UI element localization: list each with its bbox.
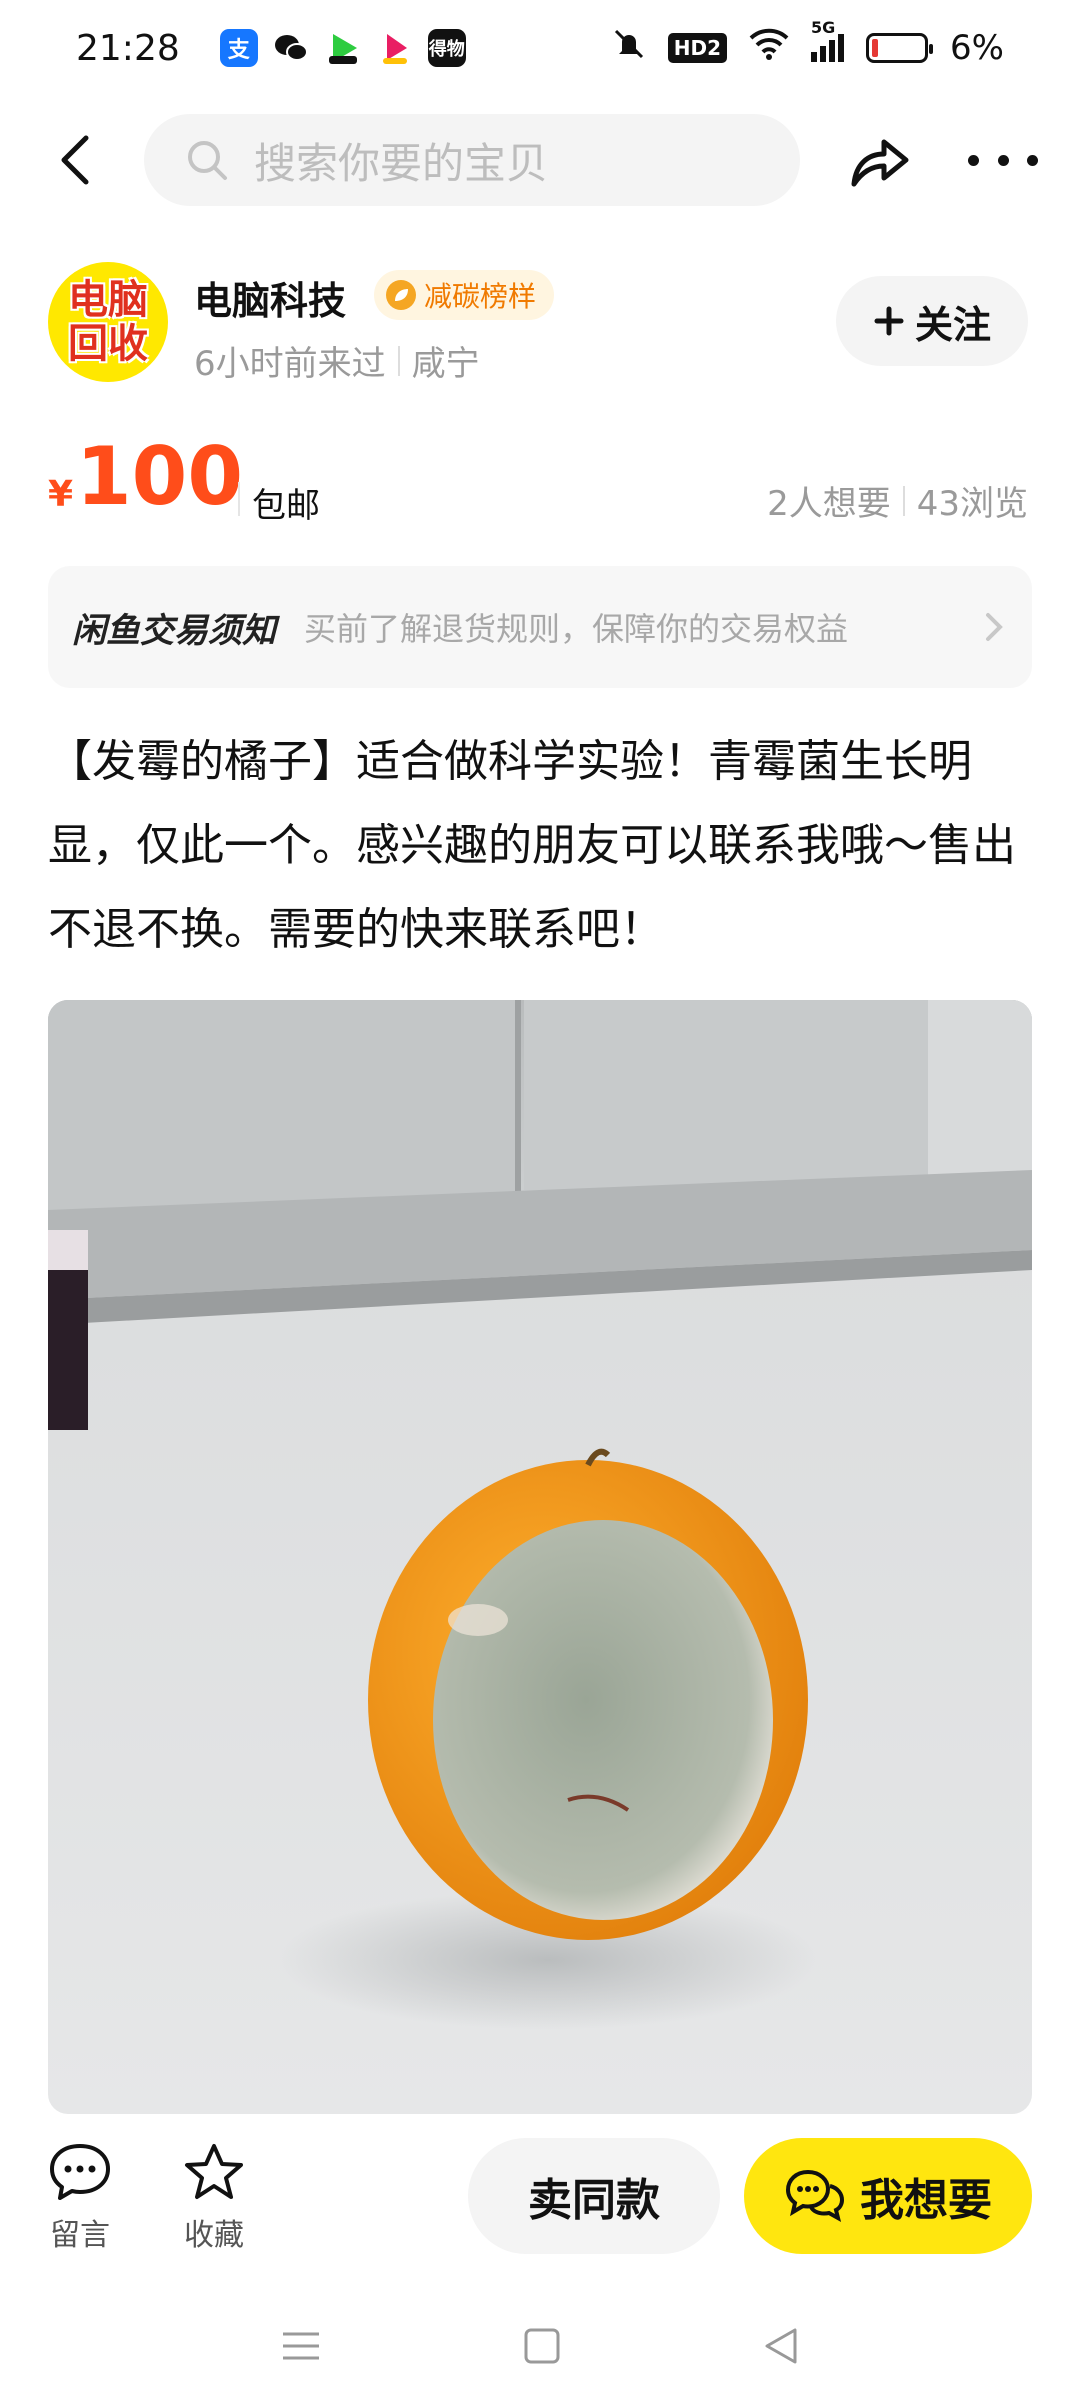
favorite-label: 收藏	[184, 2218, 244, 2253]
status-bar: 21:28 支 得物 HD2 5G 6%	[0, 0, 1080, 96]
menu-icon[interactable]	[279, 2326, 323, 2366]
seller-location: 咸宁	[411, 344, 480, 384]
moldy-orange-photo	[48, 1000, 1032, 2114]
wifi-icon	[749, 28, 789, 69]
search-placeholder: 搜索你要的宝贝	[254, 138, 549, 188]
star-icon	[185, 2144, 243, 2199]
mute-icon	[612, 27, 646, 70]
sell-same-label: 卖同款	[528, 2175, 660, 2226]
divider	[397, 345, 400, 376]
chevron-right-icon	[986, 613, 1003, 641]
seller-badge-label: 减碳榜样	[424, 280, 537, 313]
system-navigation-bar	[0, 2284, 1080, 2408]
search-input[interactable]: 搜索你要的宝贝	[144, 114, 800, 206]
wechat-icon	[271, 29, 310, 67]
shipping-label: 包邮	[252, 486, 320, 526]
sell-same-button[interactable]: 卖同款	[468, 2138, 720, 2254]
plus-icon	[874, 306, 904, 336]
home-icon[interactable]	[522, 2326, 562, 2366]
comment-icon	[50, 2144, 110, 2200]
views-count: 43浏览	[916, 484, 1028, 524]
battery-icon	[866, 33, 934, 63]
battery-percentage: 6%	[950, 28, 1004, 68]
product-photo[interactable]	[48, 1000, 1032, 2114]
follow-button[interactable]: 关注	[836, 276, 1028, 366]
follow-label: 关注	[914, 302, 991, 347]
alipay-icon: 支	[219, 29, 258, 67]
price-amount: 100	[76, 430, 243, 523]
trade-notice-bar[interactable]: 闲鱼交易须知 买前了解退货规则，保障你的交易权益	[48, 566, 1032, 688]
back-button[interactable]	[48, 130, 108, 190]
status-time: 21:28	[76, 27, 180, 69]
notice-text: 买前了解退货规则，保障你的交易权益	[304, 610, 849, 648]
i-want-button[interactable]: 我想要	[744, 2138, 1032, 2254]
cellular-signal-icon: 5G	[811, 18, 845, 62]
dewu-app-icon: 得物	[427, 29, 466, 67]
video-app-icon	[323, 29, 362, 67]
comment-label: 留言	[50, 2218, 110, 2253]
more-icon	[968, 154, 979, 166]
avatar-text-line2: 回收	[68, 321, 148, 367]
top-header: 搜索你要的宝贝	[0, 110, 1080, 210]
hd-indicator: HD2	[667, 33, 728, 63]
wants-count: 2人想要	[767, 484, 891, 524]
back-triangle-icon[interactable]	[761, 2326, 801, 2366]
more-options-button[interactable]	[968, 140, 1038, 180]
seller-name[interactable]: 电脑科技	[194, 270, 346, 325]
seller-badge[interactable]: 减碳榜样	[374, 270, 555, 320]
item-detail-page: 21:28 支 得物 HD2 5G 6% 搜索你要的宝贝 电脑 回收 电脑科技 …	[0, 0, 1080, 2408]
seller-avatar[interactable]: 电脑 回收	[48, 262, 168, 382]
share-button[interactable]	[846, 128, 912, 194]
last-seen: 6小时前来过	[194, 344, 386, 384]
network-type-label: 5G	[811, 18, 836, 37]
share-icon	[851, 139, 909, 187]
currency-symbol: ¥	[48, 474, 74, 515]
seller-info: 电脑 回收 电脑科技 减碳榜样 6小时前来过 咸宁 关注	[0, 258, 1080, 388]
divider	[238, 482, 240, 516]
avatar-text-line1: 电脑	[68, 277, 148, 323]
seller-meta: 6小时前来过 咸宁	[194, 336, 480, 385]
notification-icons: 支 得物	[219, 29, 466, 67]
price-row: ¥ 100 包邮 2人想要 43浏览	[0, 430, 1080, 530]
system-status: HD2 5G 6%	[612, 18, 1004, 70]
bottom-action-bar: 留言 收藏 卖同款 我想要	[0, 2114, 1080, 2284]
divider	[902, 485, 905, 516]
item-stats: 2人想要 43浏览	[767, 476, 1028, 525]
item-description: 【发霉的橘子】适合做科学实验！青霉菌生长明显，仅此一个。感兴趣的朋友可以联系我哦…	[48, 736, 1016, 955]
comment-button[interactable]: 留言	[30, 2142, 130, 2254]
notice-title: 闲鱼交易须知	[72, 610, 276, 651]
chevron-left-icon	[61, 135, 89, 185]
favorite-button[interactable]: 收藏	[164, 2142, 264, 2254]
search-icon	[188, 141, 227, 180]
chat-bubble-icon	[785, 2169, 845, 2222]
live-app-icon	[375, 29, 414, 67]
i-want-label: 我想要	[860, 2175, 992, 2226]
leaf-icon	[386, 280, 416, 310]
